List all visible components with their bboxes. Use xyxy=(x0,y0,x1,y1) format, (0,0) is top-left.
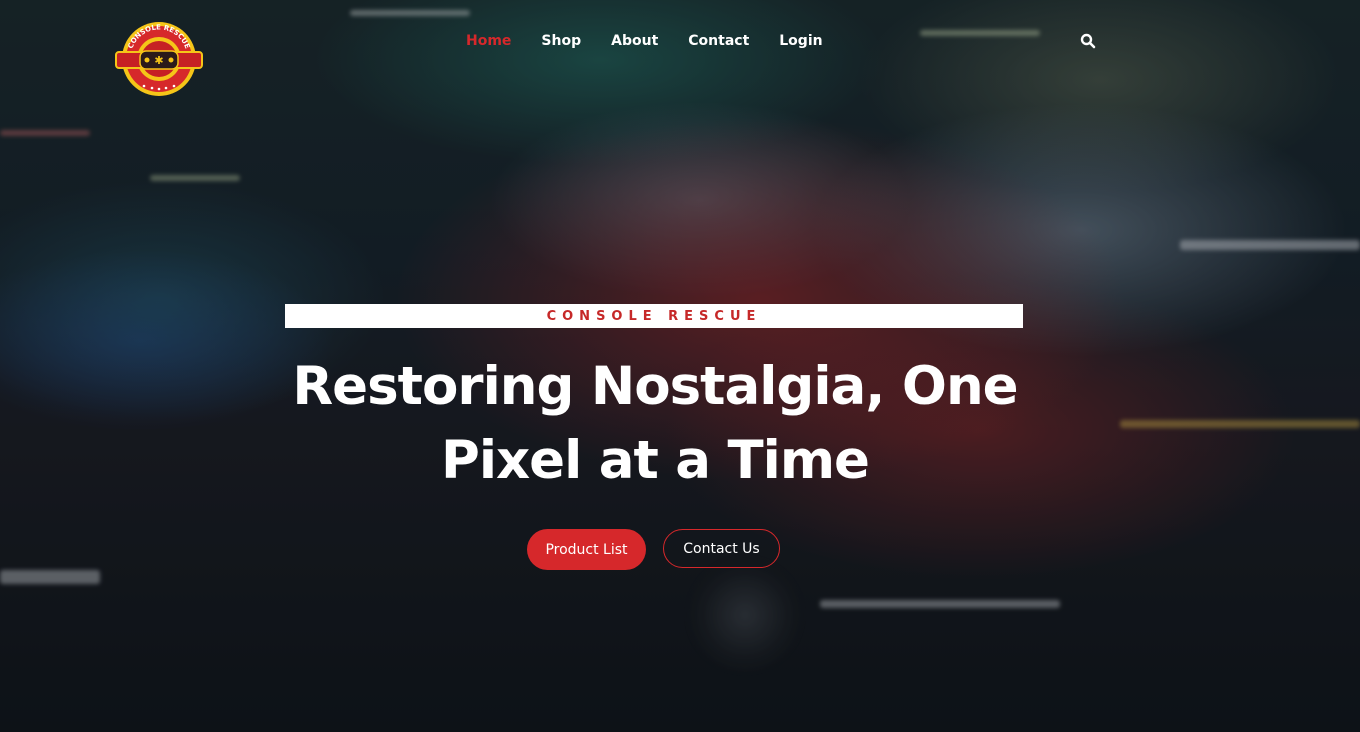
nav-item-about[interactable]: About xyxy=(611,32,658,50)
hero-tagline-text: CONSOLE RESCUE xyxy=(546,308,762,324)
hero-tagline: CONSOLE RESCUE xyxy=(285,304,1023,328)
hero-headline-line1: Restoring Nostalgia, One xyxy=(292,356,1018,417)
site-logo[interactable]: ✱ CONSOLE RESCUE xyxy=(114,20,204,98)
hero-section: ✱ CONSOLE RESCUE Home Shop About Contact… xyxy=(0,0,1360,732)
product-list-button[interactable]: Product List xyxy=(527,529,646,570)
contact-us-button[interactable]: Contact Us xyxy=(663,529,780,568)
svg-text:✱: ✱ xyxy=(154,54,163,67)
nav-item-home[interactable]: Home xyxy=(466,32,511,50)
main-nav: Home Shop About Contact Login xyxy=(466,32,853,50)
nav-item-contact[interactable]: Contact xyxy=(688,32,749,50)
hero-headline: Restoring Nostalgia, One Pixel at a Time xyxy=(260,350,1050,498)
nav-item-login[interactable]: Login xyxy=(779,32,822,50)
nav-item-shop[interactable]: Shop xyxy=(541,32,581,50)
hero-headline-line2: Pixel at a Time xyxy=(440,430,870,491)
search-icon[interactable] xyxy=(1080,33,1096,49)
logo-badge-icon: ✱ CONSOLE RESCUE xyxy=(115,22,203,96)
